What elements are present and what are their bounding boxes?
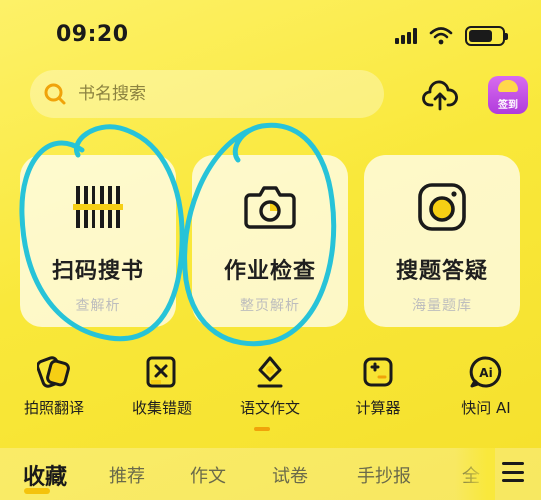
checkin-label: 签到	[498, 100, 518, 111]
calculator-icon	[359, 355, 397, 389]
signal-icon	[395, 28, 417, 44]
tab-favorites[interactable]: 收藏	[23, 459, 67, 491]
tool-calculator[interactable]: 计算器	[328, 355, 428, 418]
tab-essay[interactable]: 作文	[190, 462, 226, 488]
checkin-badge-icon	[498, 80, 518, 92]
page-indicator	[254, 427, 270, 431]
active-tab-indicator	[24, 488, 50, 494]
status-time: 09:20	[56, 22, 129, 47]
card-title: 搜题答疑	[395, 259, 488, 284]
checkin-button[interactable]: 签到	[488, 76, 528, 114]
tool-label: 拍照翻译	[23, 399, 84, 417]
tab-handwritten-newspaper[interactable]: 手抄报	[357, 462, 411, 488]
photo-translate-icon	[35, 355, 73, 389]
tab-test-paper[interactable]: 试卷	[272, 462, 308, 488]
tool-collect-mistakes[interactable]: 收集错题	[112, 355, 212, 418]
tool-label: 快问 AI	[461, 399, 511, 417]
wifi-icon	[429, 27, 453, 45]
tab-recommended[interactable]: 推荐	[109, 462, 145, 488]
tool-label: 收集错题	[131, 399, 192, 417]
card-subtitle: 海量题库	[412, 298, 472, 314]
cloud-upload-button[interactable]	[420, 76, 460, 114]
search-icon	[42, 81, 68, 107]
search-bar[interactable]	[30, 70, 384, 118]
card-search-question[interactable]: 搜题答疑 海量题库	[364, 155, 520, 327]
card-title: 扫码搜书	[51, 259, 144, 284]
card-scan-book[interactable]: 扫码搜书 查解析	[20, 155, 176, 327]
battery-icon	[465, 26, 508, 46]
search-input[interactable]	[78, 84, 358, 104]
tab-fade	[455, 448, 495, 500]
cloud-upload-icon	[422, 80, 458, 111]
menu-icon[interactable]	[502, 462, 524, 482]
tool-label: 计算器	[355, 399, 401, 417]
card-title: 作业检查	[223, 259, 316, 284]
tool-label: 语文作文	[239, 399, 300, 417]
essay-icon	[251, 355, 289, 389]
wrong-question-icon	[143, 355, 181, 389]
card-subtitle: 查解析	[75, 298, 121, 314]
barcode-icon	[70, 179, 126, 235]
ai-icon: Ai	[467, 355, 505, 389]
camera-lens-icon	[414, 179, 470, 235]
card-homework-check[interactable]: 作业检查 整页解析	[192, 155, 348, 327]
tool-quick-ask-ai[interactable]: Ai 快问 AI	[436, 355, 536, 418]
svg-text:Ai: Ai	[479, 366, 492, 380]
tool-chinese-essay[interactable]: 语文作文	[220, 355, 320, 418]
tool-photo-translate[interactable]: 拍照翻译	[4, 355, 104, 418]
status-icons	[395, 26, 508, 46]
camera-icon	[242, 179, 298, 235]
card-subtitle: 整页解析	[240, 298, 300, 314]
